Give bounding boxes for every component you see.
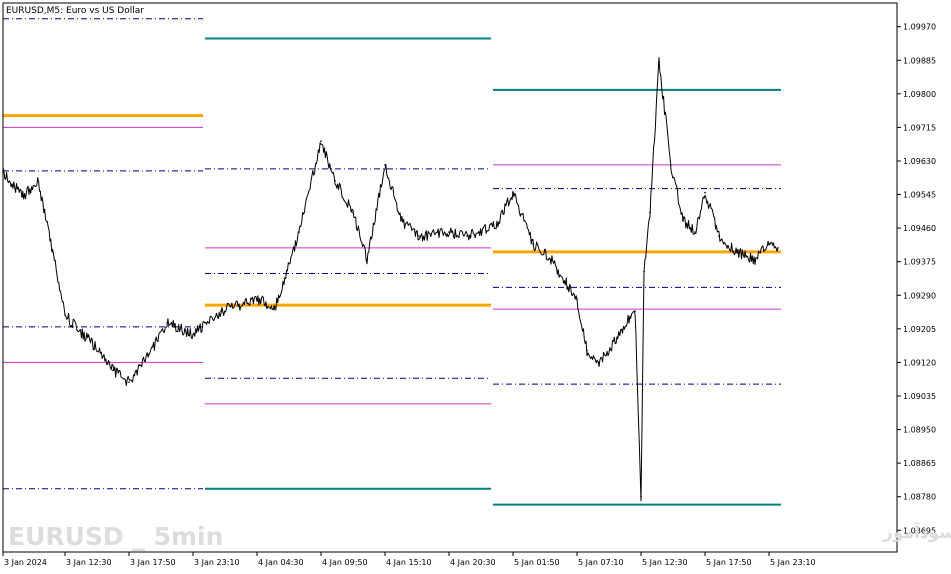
- price-point: [704, 191, 706, 194]
- x-tick-label: 4 Jan 04:30: [258, 558, 304, 567]
- x-tick-label: 3 Jan 2024: [4, 558, 47, 567]
- x-tick-label: 5 Jan 12:30: [642, 558, 688, 567]
- y-tick-label: 1.08865: [903, 459, 936, 468]
- price-point: [220, 310, 222, 312]
- price-point: [192, 333, 194, 336]
- x-tick-label: 3 Jan 12:30: [66, 558, 112, 567]
- price-point: [64, 314, 66, 316]
- price-point: [128, 381, 130, 383]
- price-point: [298, 231, 300, 233]
- watermark-left: EURUSD _ 5min: [8, 522, 223, 551]
- y-tick-label: 1.09120: [903, 358, 936, 367]
- price-point: [256, 298, 258, 301]
- price-point: [94, 345, 96, 348]
- y-tick-label: 1.09715: [903, 123, 936, 132]
- price-point: [768, 243, 770, 245]
- price-point: [166, 322, 168, 324]
- x-tick-label: 3 Jan 23:10: [194, 558, 240, 567]
- pivot-levels: [3, 18, 781, 506]
- x-tick-label: 4 Jan 09:50: [322, 558, 368, 567]
- y-tick-label: 1.09290: [903, 291, 936, 300]
- price-point: [448, 231, 450, 233]
- price-series: [2, 57, 779, 502]
- price-point: [22, 195, 24, 198]
- y-tick-label: 1.09800: [903, 90, 936, 99]
- price-point: [334, 179, 336, 182]
- price-point: [640, 495, 642, 498]
- price-point: [148, 353, 150, 356]
- price-point: [718, 235, 720, 237]
- x-tick-label: 4 Jan 20:30: [450, 558, 496, 567]
- price-point: [352, 211, 354, 214]
- price-point: [496, 223, 498, 225]
- price-line: [2, 57, 779, 502]
- price-point: [274, 306, 276, 308]
- price-point: [418, 235, 420, 237]
- chart-title: EURUSD,M5: Euro vs US Dollar: [6, 6, 144, 16]
- y-tick-label: 1.09375: [903, 258, 936, 267]
- x-axis: 3 Jan 2024 3 Jan 12:30 3 Jan 17:50 3 Jan 23…: [2, 552, 816, 567]
- price-point: [670, 164, 672, 166]
- price-point: [682, 219, 684, 222]
- price-point: [320, 140, 322, 143]
- x-tick-label: 5 Jan 07:10: [578, 558, 624, 567]
- y-tick-label: 1.08780: [903, 493, 936, 502]
- price-point: [112, 369, 114, 372]
- y-tick-label: 1.09545: [903, 191, 936, 200]
- price-point: [512, 191, 514, 194]
- price-point: [51, 251, 54, 253]
- y-tick-label: 1.09970: [903, 23, 936, 32]
- price-point: [616, 337, 618, 340]
- y-tick-label: 1.09630: [903, 157, 936, 166]
- price-point: [366, 258, 368, 261]
- price-point: [736, 251, 738, 253]
- plot-border: [2, 2, 898, 553]
- price-point: [550, 258, 552, 261]
- price-chart: 1.09970 1.09885 1.09800 1.09715 1.09630 1.095…: [2, 2, 951, 567]
- x-tick-label: 5 Jan 01:50: [514, 558, 560, 567]
- price-point: [384, 164, 386, 166]
- price-point: [694, 231, 696, 233]
- price-point: [36, 179, 39, 182]
- x-tick-label: 4 Jan 15:10: [386, 558, 432, 567]
- watermark-right: انتشار در سایت سودآموز: [882, 521, 951, 543]
- x-tick-label: 5 Jan 17:50: [706, 558, 752, 567]
- y-axis: 1.09970 1.09885 1.09800 1.09715 1.09630 1.095…: [897, 23, 936, 535]
- price-point: [649, 211, 651, 214]
- y-tick-label: 1.09035: [903, 392, 936, 401]
- price-point: [634, 310, 636, 312]
- price-point: [658, 61, 660, 64]
- chart-area: 1.09970 1.09885 1.09800 1.09715 1.09630 1.095…: [0, 0, 951, 574]
- price-point: [586, 349, 588, 352]
- x-tick-label: 5 Jan 23:10: [770, 558, 816, 567]
- price-point: [643, 270, 645, 273]
- price-point: [598, 361, 600, 364]
- price-point: [754, 258, 756, 261]
- price-point: [628, 318, 630, 320]
- y-tick-label: 1.08950: [903, 426, 936, 435]
- price-point: [777, 247, 779, 249]
- price-point: [400, 219, 402, 222]
- y-tick-label: 1.09205: [903, 325, 936, 334]
- price-point: [466, 235, 468, 237]
- chart-frame: [2, 2, 898, 553]
- y-tick-label: 1.09460: [903, 224, 936, 233]
- price-point: [532, 243, 534, 245]
- y-tick-label: 1.09885: [903, 56, 936, 65]
- x-tick-label: 3 Jan 17:50: [130, 558, 176, 567]
- price-point: [576, 298, 578, 301]
